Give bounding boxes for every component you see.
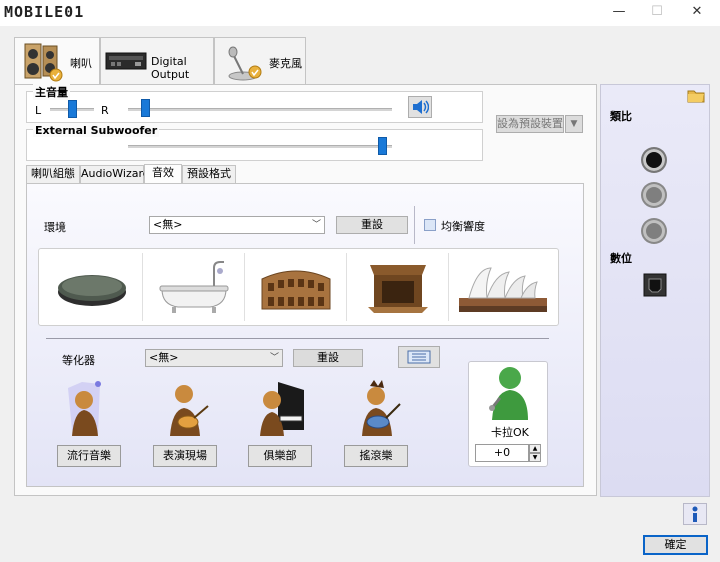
- output-label: 類比: [610, 110, 632, 123]
- stone-disc-icon: [57, 275, 126, 306]
- balance-slider-thumb[interactable]: [67, 100, 77, 118]
- tab-microphone[interactable]: 麥克風: [214, 37, 306, 85]
- chevron-down-icon: ﹀: [311, 220, 321, 230]
- equalizer-grid-icon: [407, 350, 431, 364]
- rock-guitarist-icon: [362, 380, 401, 436]
- info-button[interactable]: [683, 503, 707, 525]
- jack-black[interactable]: [643, 149, 665, 171]
- maximize-button[interactable]: ☐: [640, 0, 674, 24]
- tab-digital-output-label: Digital Output: [151, 55, 190, 81]
- environment-preset-wooden-room[interactable]: [347, 253, 449, 321]
- loudness-checkbox[interactable]: [424, 219, 436, 231]
- equalizer-reset-button[interactable]: 重設: [293, 349, 363, 367]
- subtab-speaker-config[interactable]: 喇叭組態: [26, 165, 80, 183]
- environment-preset-bathroom[interactable]: [143, 253, 245, 321]
- set-default-dropdown-button[interactable]: ▼: [565, 115, 583, 133]
- tab-digital-output[interactable]: Digital Output: [100, 37, 214, 85]
- karaoke-value-input[interactable]: +0: [475, 444, 529, 462]
- equalizer-select[interactable]: <無> ﹀: [145, 349, 283, 367]
- tab-speakers[interactable]: 喇叭: [14, 37, 100, 86]
- environment-preset-strip: [38, 248, 559, 326]
- tab-microphone-label: 麥克風: [269, 57, 302, 70]
- subtab-audiowizard[interactable]: AudioWizard: [80, 165, 150, 183]
- equalizer-grid-button[interactable]: [398, 346, 440, 368]
- equalizer-preset-live-button[interactable]: 表演現場: [153, 445, 217, 467]
- equalizer-preset-rock-button[interactable]: 搖滾樂: [344, 445, 408, 467]
- karaoke-label: 卡拉OK: [491, 426, 529, 439]
- subtab-default-format[interactable]: 預設格式: [182, 165, 236, 183]
- balance-left-label: L: [35, 104, 42, 117]
- digital-port-icon[interactable]: [643, 273, 667, 297]
- environment-preset-colosseum[interactable]: [245, 253, 347, 321]
- subwoofer-slider-thumb[interactable]: [377, 137, 387, 155]
- live-guitarist-icon: [170, 385, 209, 436]
- info-icon: [692, 506, 698, 522]
- volume-slider-track: [128, 108, 392, 111]
- speaker-icon: [24, 43, 63, 82]
- environment-preset-opera-house[interactable]: [449, 253, 557, 321]
- environment-reset-button[interactable]: 重設: [336, 216, 408, 234]
- environment-label: 環境: [44, 221, 66, 234]
- karaoke-singer-icon: [489, 367, 528, 420]
- subwoofer-slider-track: [128, 145, 392, 148]
- equalizer-preset-club-button[interactable]: 俱樂部: [248, 445, 312, 467]
- piano-player-icon: [260, 382, 304, 436]
- minimize-button[interactable]: —: [602, 0, 636, 24]
- pop-singer-icon: [68, 381, 101, 436]
- environment-selected-value: <無>: [153, 218, 183, 231]
- tab-speakers-label: 喇叭: [70, 57, 92, 70]
- speaker-volume-icon: [413, 100, 430, 114]
- set-default-device-button[interactable]: 設為預設裝置: [496, 115, 564, 133]
- equalizer-label: 等化器: [62, 354, 95, 367]
- volume-slider-thumb[interactable]: [140, 99, 150, 117]
- loudness-label: 均衡響度: [441, 220, 485, 233]
- subwoofer-title: External Subwoofer: [33, 124, 160, 137]
- app-logo: MOBILE01: [4, 3, 85, 21]
- chevron-down-icon: ﹀: [269, 353, 279, 363]
- balance-right-label: R: [101, 104, 109, 117]
- karaoke-increment-button[interactable]: ▲: [529, 444, 541, 453]
- microphone-icon: [228, 46, 262, 81]
- environment-preset-stone[interactable]: [41, 253, 143, 321]
- jack-gray-1[interactable]: [643, 184, 665, 206]
- title-bar: MOBILE01 — ☐ ✕: [0, 0, 720, 26]
- jack-gray-2[interactable]: [643, 220, 665, 242]
- ok-button[interactable]: 確定: [643, 535, 708, 555]
- opera-house-icon: [459, 267, 547, 312]
- divider: [414, 206, 415, 244]
- close-button[interactable]: ✕: [680, 0, 714, 24]
- equalizer-preset-pop-button[interactable]: 流行音樂: [57, 445, 121, 467]
- separator-line: [46, 338, 549, 339]
- wooden-room-icon: [367, 265, 428, 313]
- digital-output-icon: [105, 52, 147, 70]
- colosseum-icon: [261, 270, 330, 310]
- folder-icon[interactable]: [686, 86, 706, 104]
- main-volume-title: 主音量: [33, 84, 70, 100]
- digital-label: 數位: [610, 252, 632, 265]
- mute-button[interactable]: [408, 96, 432, 118]
- equalizer-selected-value: <無>: [149, 351, 179, 364]
- environment-select[interactable]: <無> ﹀: [149, 216, 325, 234]
- bathtub-icon: [159, 261, 228, 313]
- subtab-effects[interactable]: 音效: [144, 164, 182, 184]
- karaoke-decrement-button[interactable]: ▼: [529, 453, 541, 462]
